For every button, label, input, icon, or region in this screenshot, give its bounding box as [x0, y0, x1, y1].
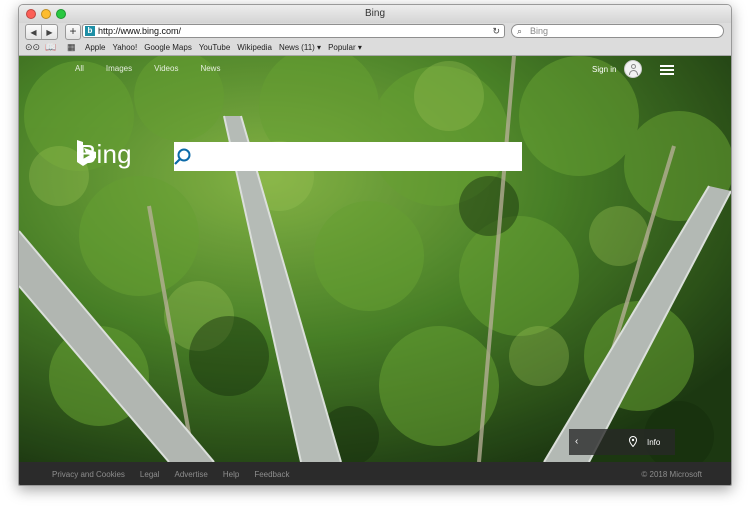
nav-link-all[interactable]: All	[75, 64, 84, 73]
avatar-icon[interactable]	[624, 60, 642, 78]
background-forest-image	[19, 56, 731, 462]
bookmark-items: Apple Yahoo! Google Maps YouTube Wikiped…	[85, 43, 369, 52]
menu-line	[660, 69, 674, 71]
hamburger-menu-icon[interactable]	[660, 65, 674, 75]
history-buttons: ◀ ▶	[25, 24, 58, 40]
search-icon[interactable]	[174, 148, 191, 165]
search-icon: ⌕	[517, 26, 523, 36]
menu-line	[660, 65, 674, 67]
address-bar[interactable]: b http://www.bing.com/ ↻	[82, 24, 505, 38]
image-info-panel: ‹ Info	[569, 429, 675, 455]
footer-link-feedback[interactable]: Feedback	[254, 470, 289, 479]
footer-links: Privacy and Cookies Legal Advertise Help…	[52, 470, 304, 479]
url-text[interactable]: http://www.bing.com/	[98, 25, 181, 38]
search-input[interactable]	[174, 142, 498, 173]
bing-homepage: All Images Videos News Sign in Bing ‹ In…	[19, 56, 731, 462]
bookmark-item[interactable]: Popular ▾	[328, 43, 362, 52]
footer-link-legal[interactable]: Legal	[140, 470, 160, 479]
bookmarks-book-icon[interactable]: 📖	[45, 42, 56, 53]
copyright-text: © 2018 Microsoft	[641, 470, 702, 479]
bookmark-item[interactable]: YouTube	[199, 43, 230, 52]
bookmark-item[interactable]: Google Maps	[144, 43, 192, 52]
browser-search-field[interactable]: ⌕ Bing	[511, 24, 724, 38]
reading-list-icon[interactable]: ⊙⊙	[25, 42, 40, 53]
forward-button[interactable]: ▶	[41, 25, 57, 39]
avatar-head	[631, 64, 636, 69]
bing-favicon-icon: b	[85, 26, 95, 36]
browser-window: Bing ◀ ▶ + b http://www.bing.com/ ↻ ⌕ Bi…	[18, 4, 732, 486]
previous-image-icon[interactable]: ‹	[575, 436, 578, 447]
reload-icon[interactable]: ↻	[492, 25, 500, 38]
nav-link-images[interactable]: Images	[106, 64, 132, 73]
forward-arrow-icon: ▶	[46, 27, 53, 37]
top-sites-grid-icon[interactable]: ▦	[67, 42, 76, 53]
bing-logo: Bing	[75, 139, 132, 170]
nav-link-news[interactable]: News	[200, 64, 220, 73]
menu-line	[660, 73, 674, 75]
window-title: Bing	[364, 8, 385, 19]
bookmark-item[interactable]: Yahoo!	[112, 43, 137, 52]
plus-icon: +	[69, 24, 77, 38]
info-label[interactable]: Info	[647, 438, 660, 447]
bookmark-item[interactable]: Apple	[85, 43, 105, 52]
back-arrow-icon: ◀	[30, 27, 37, 37]
bookmarks-bar: ⊙⊙ 📖 ▦ Apple Yahoo! Google Maps YouTube …	[19, 41, 731, 56]
bing-footer: Privacy and Cookies Legal Advertise Help…	[19, 462, 731, 485]
bookmark-item[interactable]: Wikipedia	[237, 43, 272, 52]
location-pin-icon	[629, 436, 637, 447]
footer-link-help[interactable]: Help	[223, 470, 239, 479]
footer-link-advertise[interactable]: Advertise	[175, 470, 208, 479]
title-bar: Bing	[19, 5, 731, 24]
bookmark-item[interactable]: News (11) ▾	[279, 43, 321, 52]
bing-b-icon	[77, 140, 96, 166]
bing-scope-nav: All Images Videos News	[75, 64, 242, 73]
add-bookmark-button[interactable]: +	[65, 24, 81, 40]
back-button[interactable]: ◀	[26, 25, 41, 39]
nav-link-videos[interactable]: Videos	[154, 64, 178, 73]
sign-in-link[interactable]: Sign in	[592, 65, 616, 74]
footer-link-privacy[interactable]: Privacy and Cookies	[52, 470, 125, 479]
browser-search-placeholder: Bing	[530, 26, 549, 36]
browser-toolbar: ◀ ▶ + b http://www.bing.com/ ↻ ⌕ Bing	[19, 23, 731, 41]
avatar-body	[629, 70, 638, 75]
bing-search-box[interactable]	[174, 142, 522, 173]
